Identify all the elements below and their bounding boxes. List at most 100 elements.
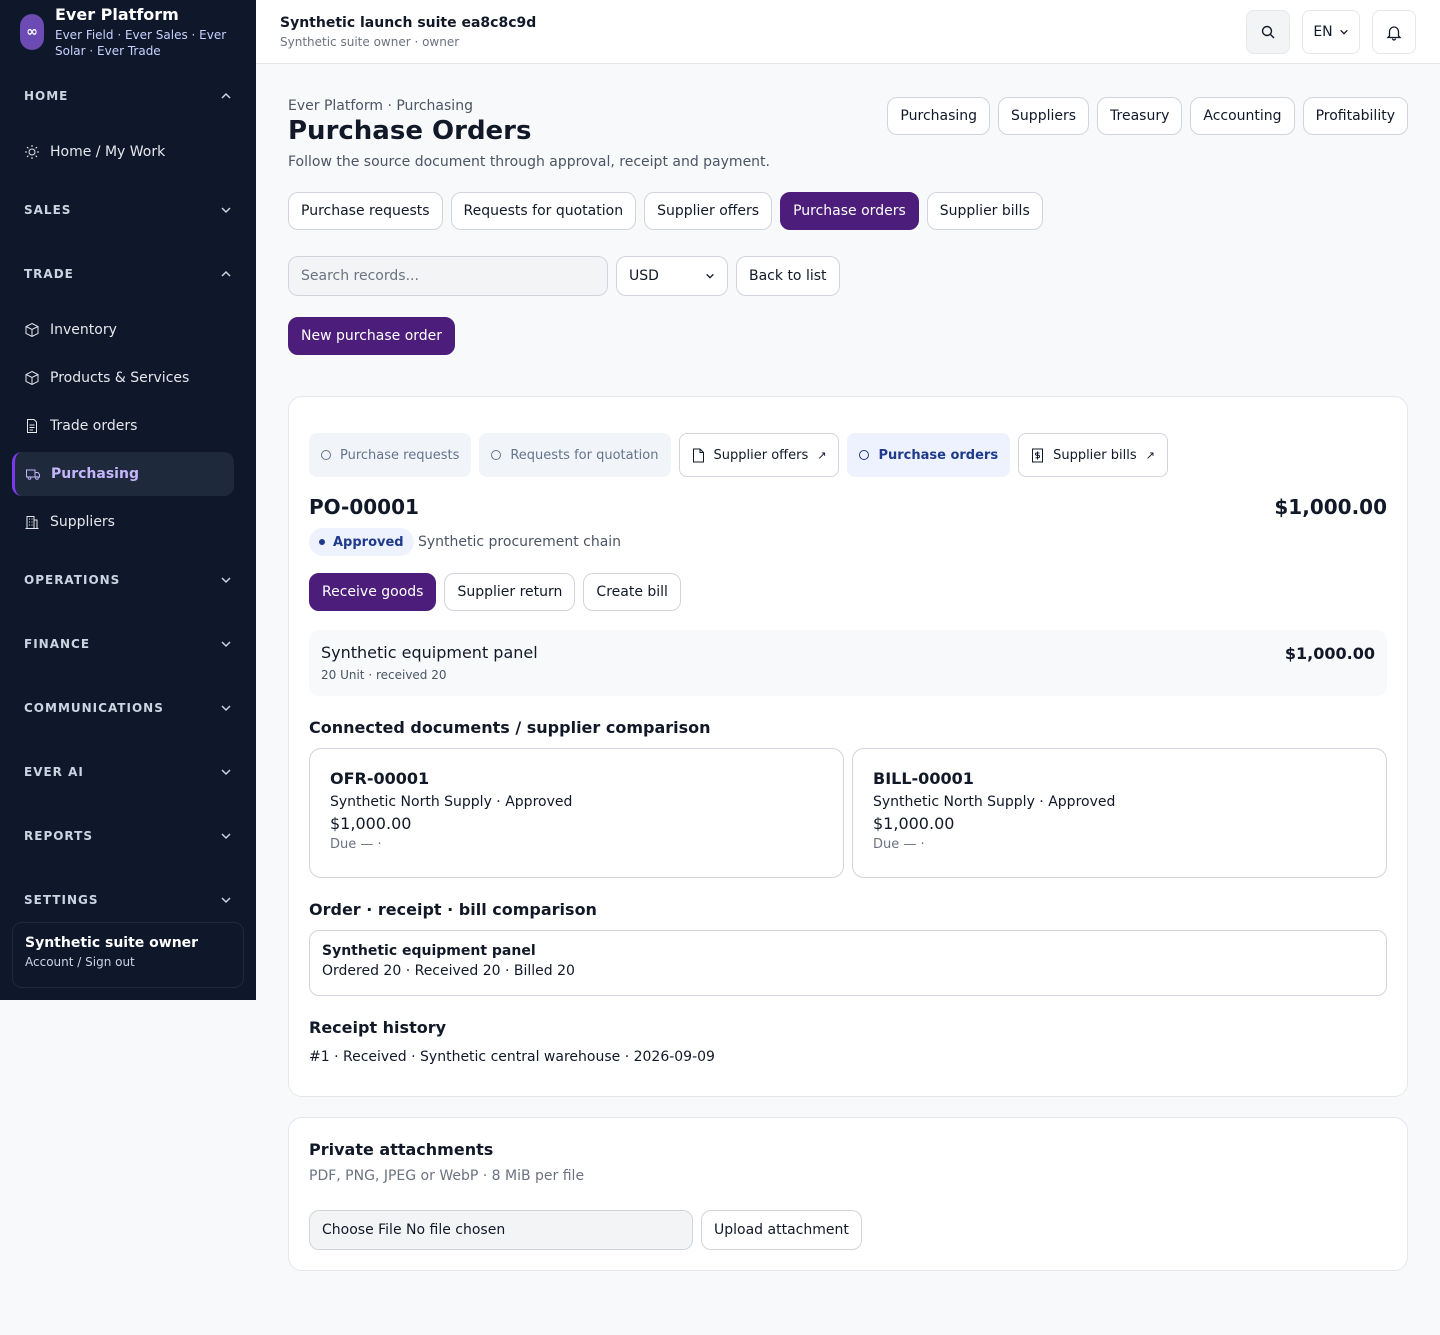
order-id: PO-00001 bbox=[309, 495, 419, 519]
receive-goods-button[interactable]: Receive goods bbox=[309, 573, 437, 611]
tab-purchase-requests[interactable]: Purchase requests bbox=[288, 192, 443, 230]
stage-label: Supplier bills bbox=[1053, 447, 1137, 463]
nav-section-finance[interactable]: FINANCE bbox=[0, 612, 256, 676]
sidebar-item-label: Home / My Work bbox=[50, 144, 166, 160]
comparison-values: Ordered 20 · Received 20 · Billed 20 bbox=[322, 963, 575, 979]
status-dot-icon bbox=[319, 539, 325, 545]
stage-supplier-bills-link[interactable]: Supplier bills ↗ bbox=[1018, 433, 1168, 477]
search-input[interactable] bbox=[288, 256, 608, 296]
document-icon bbox=[692, 448, 704, 462]
tab-supplier-bills[interactable]: Supplier bills bbox=[926, 192, 1043, 230]
chevron-up-icon bbox=[221, 270, 231, 277]
brand-title: Ever Platform bbox=[55, 5, 179, 24]
stage-label: Purchase requests bbox=[340, 447, 460, 463]
order-actions: Receive goods Supplier return Create bil… bbox=[309, 573, 681, 611]
currency-select[interactable]: USD bbox=[616, 256, 728, 296]
stage-label: Supplier offers bbox=[713, 447, 809, 463]
brand-subtitle: Ever Field · Ever Sales · Ever Solar · E… bbox=[55, 28, 227, 58]
supplier-return-button[interactable]: Supplier return bbox=[444, 573, 576, 611]
topbar: Synthetic launch suite ea8c8c9d Syntheti… bbox=[256, 0, 1440, 64]
stage-label: Requests for quotation bbox=[510, 447, 659, 463]
upload-attachment-button[interactable]: Upload attachment bbox=[701, 1210, 862, 1250]
connected-document-card[interactable]: OFR-00001 Synthetic North Supply · Appro… bbox=[309, 748, 844, 878]
connected-document-card[interactable]: BILL-00001 Synthetic North Supply · Appr… bbox=[852, 748, 1387, 878]
nav-section-label: FINANCE bbox=[24, 637, 91, 651]
sidebar-item-inventory[interactable]: Inventory bbox=[12, 308, 234, 352]
receipt-entry: #1 · Received · Synthetic central wareho… bbox=[309, 1049, 715, 1065]
nav-section-label: HOME bbox=[24, 89, 69, 103]
procurement-chain: Synthetic procurement chain bbox=[418, 534, 622, 550]
chevron-down-icon bbox=[706, 273, 714, 279]
document-supplier: Synthetic North Supply · Approved bbox=[330, 794, 573, 810]
breadcrumb: Ever Platform · Purchasing bbox=[288, 98, 473, 114]
module-tab-treasury[interactable]: Treasury bbox=[1097, 97, 1183, 135]
stage-purchase-requests: Purchase requests bbox=[309, 433, 472, 477]
tab-supplier-offers[interactable]: Supplier offers bbox=[644, 192, 773, 230]
sidebar-item-suppliers[interactable]: Suppliers bbox=[12, 500, 234, 544]
chevron-down-icon bbox=[221, 577, 231, 584]
file-input[interactable]: Choose File No file chosen bbox=[309, 1210, 693, 1250]
receipt-icon bbox=[1032, 448, 1044, 462]
nav-section-label: SALES bbox=[24, 203, 72, 217]
circle-icon bbox=[491, 450, 502, 460]
sidebar-item-label: Trade orders bbox=[50, 418, 138, 434]
building-icon bbox=[25, 516, 39, 529]
connected-documents-heading: Connected documents / supplier compariso… bbox=[309, 718, 711, 737]
nav-section-label: EVER AI bbox=[24, 765, 84, 779]
suite-subtitle: Synthetic suite owner · owner bbox=[280, 35, 460, 49]
module-nav: Purchasing Suppliers Treasury Accounting… bbox=[887, 97, 1408, 135]
sun-icon bbox=[25, 145, 39, 159]
tab-requests-for-quotation[interactable]: Requests for quotation bbox=[450, 192, 637, 230]
search-button[interactable] bbox=[1246, 10, 1290, 54]
page-title: Purchase Orders bbox=[288, 116, 532, 146]
nav-section-home[interactable]: HOME bbox=[0, 64, 256, 128]
chevron-down-icon bbox=[1339, 29, 1348, 35]
document-due: Due — · bbox=[873, 837, 925, 852]
module-tab-suppliers[interactable]: Suppliers bbox=[998, 97, 1090, 135]
chevron-down-icon bbox=[221, 897, 231, 904]
box-icon bbox=[25, 370, 39, 386]
new-purchase-order-button[interactable]: New purchase order bbox=[288, 317, 456, 355]
nav-section-operations[interactable]: OPERATIONS bbox=[0, 548, 256, 612]
module-tab-profitability[interactable]: Profitability bbox=[1302, 97, 1408, 135]
toolbar: USD Back to list bbox=[288, 256, 840, 296]
tab-purchase-orders[interactable]: Purchase orders bbox=[780, 192, 919, 230]
sidebar-item-label: Products & Services bbox=[50, 370, 190, 386]
chevron-down-icon bbox=[221, 769, 231, 776]
nav-section-label: OPERATIONS bbox=[24, 573, 121, 587]
sidebar-item-products-services[interactable]: Products & Services bbox=[12, 356, 234, 400]
stage-supplier-offers-link[interactable]: Supplier offers ↗ bbox=[678, 433, 840, 477]
order-total: $1,000.00 bbox=[1274, 495, 1387, 519]
brand: ∞ Ever Platform Ever Field · Ever Sales … bbox=[0, 0, 256, 64]
sidebar-item-trade-orders[interactable]: Trade orders bbox=[12, 404, 234, 448]
sidebar-item-label: Purchasing bbox=[51, 466, 139, 482]
currency-value: USD bbox=[629, 268, 659, 284]
back-to-list-button[interactable]: Back to list bbox=[736, 256, 840, 296]
nav-section-sales[interactable]: SALES bbox=[0, 178, 256, 242]
language-value: EN bbox=[1313, 24, 1333, 40]
create-bill-button[interactable]: Create bill bbox=[583, 573, 681, 611]
attachments-subtitle: PDF, PNG, JPEG or WebP · 8 MiB per file bbox=[309, 1168, 585, 1184]
sidebar-item-purchasing[interactable]: Purchasing bbox=[12, 452, 234, 496]
language-select[interactable]: EN bbox=[1302, 10, 1360, 54]
document-supplier: Synthetic North Supply · Approved bbox=[873, 794, 1116, 810]
account-menu[interactable]: Synthetic suite owner Account / Sign out bbox=[12, 922, 244, 988]
notifications-button[interactable] bbox=[1372, 10, 1416, 54]
nav-section-communications[interactable]: COMMUNICATIONS bbox=[0, 676, 256, 740]
truck-icon bbox=[26, 469, 40, 480]
infinity-logo-icon: ∞ bbox=[20, 14, 44, 50]
nav-section-trade[interactable]: TRADE bbox=[0, 242, 256, 306]
module-tab-purchasing[interactable]: Purchasing bbox=[887, 97, 991, 135]
nav-section-label: SETTINGS bbox=[24, 893, 99, 907]
nav-section-label: TRADE bbox=[24, 267, 74, 281]
nav-section-ever-ai[interactable]: EVER AI bbox=[0, 740, 256, 804]
module-tab-accounting[interactable]: Accounting bbox=[1190, 97, 1295, 135]
attachments-title: Private attachments bbox=[309, 1140, 494, 1159]
nav-section-reports[interactable]: REPORTS bbox=[0, 804, 256, 868]
account-name: Synthetic suite owner bbox=[25, 935, 199, 951]
sidebar-item-home[interactable]: Home / My Work bbox=[12, 130, 234, 174]
order-line: Synthetic equipment panel 20 Unit · rece… bbox=[309, 630, 1387, 696]
chevron-down-icon bbox=[221, 641, 231, 648]
document-amount: $1,000.00 bbox=[873, 814, 955, 833]
account-sign-out-link[interactable]: Account / Sign out bbox=[25, 955, 231, 969]
